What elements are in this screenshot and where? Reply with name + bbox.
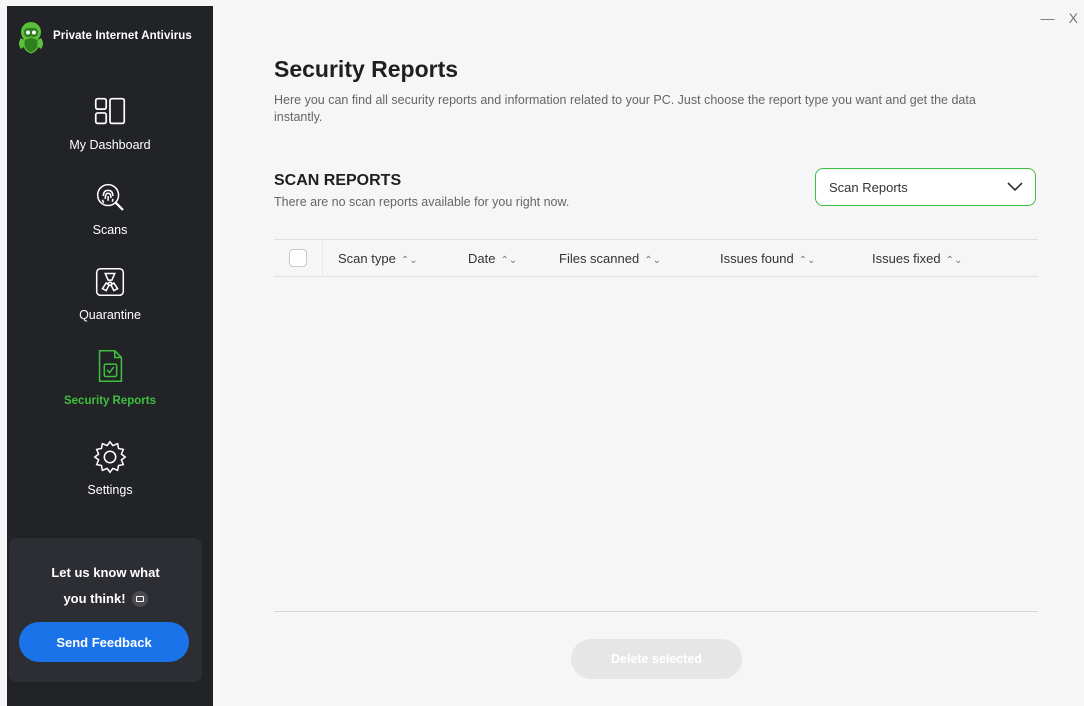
table-bottom-divider [274,611,1038,612]
app-logo: Private Internet Antivirus [13,18,192,54]
sidebar-item-scans[interactable]: Scans [7,177,213,257]
close-button[interactable]: X [1069,10,1078,26]
sidebar-item-security-reports[interactable]: Security Reports [7,346,213,426]
app-window: Private Internet Antivirus My Dashboard [0,0,1084,706]
header-divider [322,240,323,277]
sidebar-item-label: My Dashboard [69,138,151,152]
column-label: Files scanned [559,251,640,266]
sidebar-item-quarantine[interactable]: Quarantine [7,262,213,342]
sidebar-item-label: Scans [92,223,128,237]
sort-icon: ⌃⌄ [644,255,661,266]
feedback-line-2-text: you think! [63,591,126,606]
column-header-date[interactable]: Date ⌃⌄ [468,251,517,266]
delete-selected-button[interactable]: Delete selected [571,639,742,679]
app-title: Private Internet Antivirus [53,30,192,42]
sidebar-item-settings[interactable]: Settings [7,437,213,517]
column-header-files-scanned[interactable]: Files scanned ⌃⌄ [559,251,661,266]
report-type-select-value: Scan Reports [829,179,908,195]
page-title: Security Reports [274,56,459,82]
sidebar-item-my-dashboard[interactable]: My Dashboard [7,92,213,172]
send-feedback-button[interactable]: Send Feedback [19,622,189,662]
chat-icon [131,590,148,607]
column-label: Date [468,251,496,266]
section-subtitle: There are no scan reports available for … [274,195,570,209]
chevron-down-icon [1007,182,1023,192]
column-header-issues-fixed[interactable]: Issues fixed ⌃⌄ [872,251,962,266]
sort-icon: ⌃⌄ [500,255,518,266]
dashboard-icon [90,92,130,132]
section-title: SCAN REPORTS [274,172,402,189]
sort-icon: ⌃⌄ [400,255,418,266]
page-description: Here you can find all security reports a… [274,93,976,124]
column-label: Scan type [338,251,396,266]
biohazard-icon [90,262,130,302]
sidebar-item-label: Quarantine [79,308,141,322]
robot-shield-logo-icon [19,22,43,54]
report-document-icon [90,346,130,386]
feedback-line-2: you think! [9,586,202,612]
sidebar-item-label: Settings [87,483,133,497]
column-header-scan-type[interactable]: Scan type ⌃⌄ [338,251,418,266]
column-label: Issues found [720,251,794,266]
fingerprint-scan-icon [90,177,130,217]
column-label: Issues fixed [872,251,941,266]
column-header-issues-found[interactable]: Issues found ⌃⌄ [720,251,815,266]
feedback-card: Let us know what you think! Send Feedbac… [9,538,202,682]
sort-icon: ⌃⌄ [945,255,963,266]
select-all-checkbox[interactable] [289,249,307,267]
minimize-button[interactable]: — [1041,10,1055,26]
gear-icon [90,437,130,477]
feedback-prompt: Let us know what you think! [9,560,202,612]
window-controls: — X [1041,10,1078,26]
table-header: Scan type ⌃⌄ Date ⌃⌄ Files scanned ⌃⌄ Issue… [274,239,1038,277]
report-type-select[interactable]: Scan Reports [815,168,1036,206]
sidebar: Private Internet Antivirus My Dashboard [7,6,213,706]
sidebar-item-label: Security Reports [63,395,157,407]
feedback-line-1: Let us know what [51,565,160,580]
sort-icon: ⌃⌄ [798,255,816,266]
